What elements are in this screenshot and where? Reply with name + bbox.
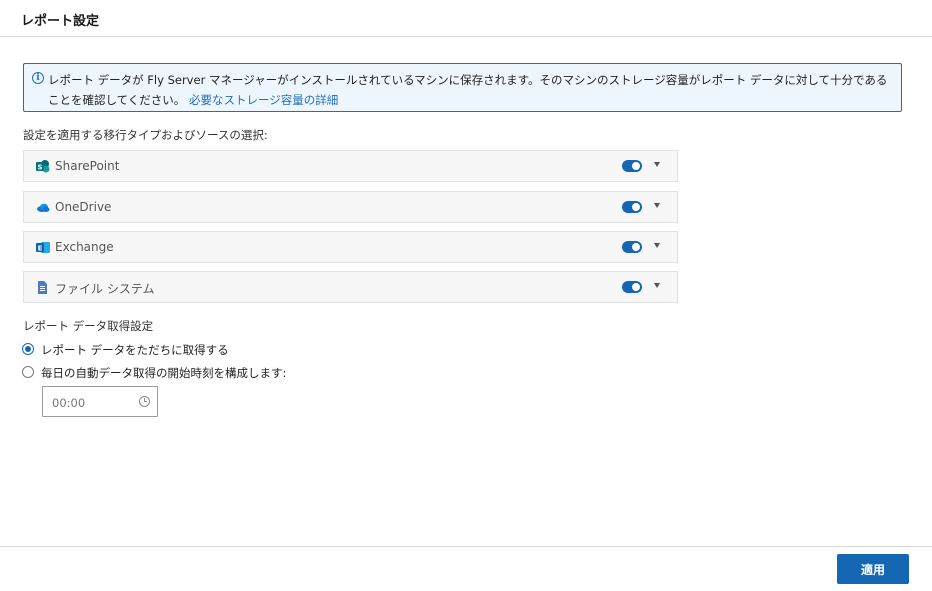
onedrive-icon (36, 201, 50, 214)
chevron-down-icon[interactable] (654, 243, 660, 248)
time-picker-input[interactable]: 00:00 (42, 386, 158, 417)
exchange-toggle[interactable] (622, 241, 642, 253)
radio-label: 毎日の自動データ取得の開始時刻を構成します: (41, 366, 287, 380)
exchange-icon: E (36, 241, 50, 254)
chevron-down-icon[interactable] (654, 162, 660, 167)
info-banner: i レポート データが Fly Server マネージャーがインストールされてい… (23, 63, 902, 112)
sharepoint-icon: S (36, 160, 50, 173)
svg-text:E: E (38, 245, 43, 253)
onedrive-toggle[interactable] (622, 201, 642, 213)
source-label: ファイル システム (55, 282, 155, 296)
source-label: SharePoint (55, 159, 120, 173)
source-selection-label: 設定を適用する移行タイプおよびソースの選択: (23, 128, 268, 142)
apply-button[interactable]: 適用 (837, 554, 909, 584)
source-label: Exchange (55, 240, 114, 254)
sharepoint-toggle[interactable] (622, 160, 642, 172)
source-row-exchange[interactable]: E Exchange (23, 231, 678, 263)
source-row-sharepoint[interactable]: S SharePoint (23, 150, 678, 182)
file-system-toggle[interactable] (622, 281, 642, 293)
source-row-file-system[interactable]: ファイル システム (23, 271, 678, 303)
chevron-down-icon[interactable] (654, 283, 660, 288)
source-row-onedrive[interactable]: OneDrive (23, 191, 678, 223)
source-label: OneDrive (55, 200, 112, 214)
svg-text:S: S (37, 164, 42, 172)
radio-label: レポート データをただちに取得する (41, 343, 229, 357)
file-system-icon (36, 281, 50, 294)
radio-button[interactable] (22, 366, 34, 378)
chevron-down-icon[interactable] (654, 203, 660, 208)
info-text: レポート データが Fly Server マネージャーがインストールされているマ… (48, 73, 888, 107)
storage-details-link[interactable]: 必要なストレージ容量の詳細 (189, 93, 338, 107)
radio-button[interactable] (22, 343, 34, 355)
clock-icon[interactable] (139, 396, 150, 407)
time-value: 00:00 (52, 396, 86, 410)
report-settings-label: レポート データ取得設定 (23, 319, 154, 333)
info-icon: i (32, 72, 44, 84)
footer-bar (0, 546, 932, 591)
page-title: レポート設定 (21, 14, 100, 29)
page-header: レポート設定 (0, 0, 932, 37)
